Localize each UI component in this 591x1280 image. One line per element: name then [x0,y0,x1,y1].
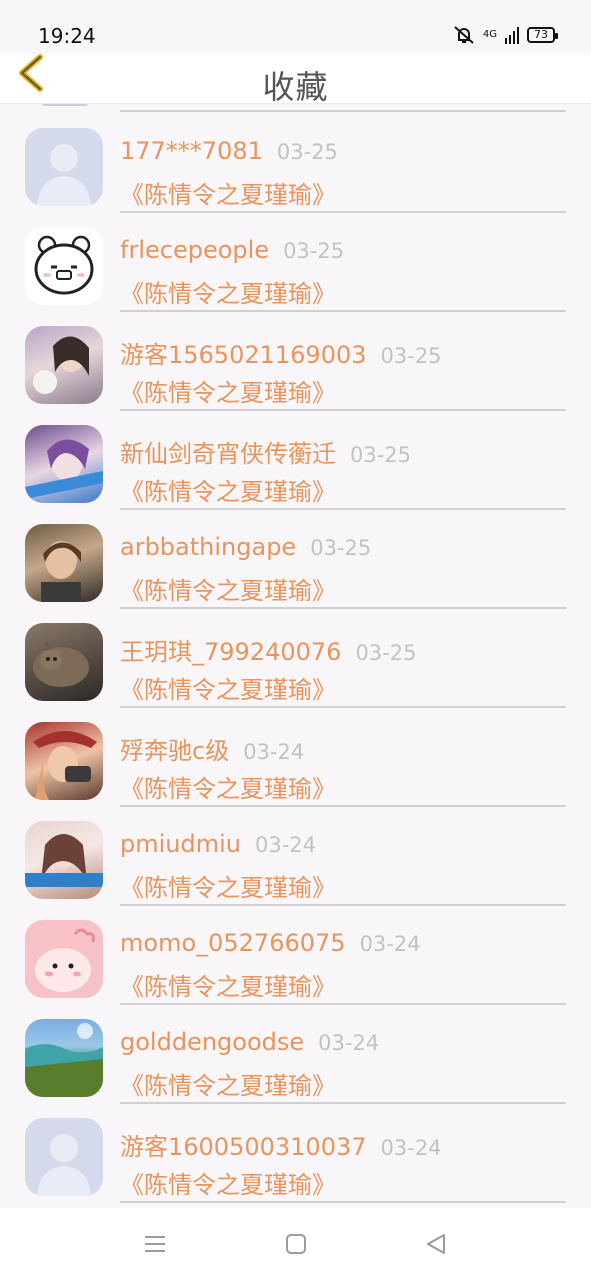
date: 03-24 [243,740,305,764]
favorites-list[interactable]: 177***7081 03-25 《陈情令之夏瑾瑜》 frlecepeople 03… [0,104,591,1208]
date: 03-24 [254,833,317,857]
user-name[interactable]: 177***7081 [120,137,263,165]
system-nav-bar [0,1208,591,1280]
user-name[interactable]: frlecepeople [120,236,269,264]
date: 03-25 [380,344,442,368]
back-triangle-icon[interactable] [424,1232,448,1256]
date: 03-24 [318,1031,380,1055]
network-type: 4G [482,29,497,40]
book-title[interactable]: 《陈情令之夏瑾瑜》 [120,1165,336,1200]
battery-icon: 73 [527,27,558,43]
user-name[interactable]: 游客1600500310037 [120,1133,367,1161]
landscape-avatar-icon[interactable] [25,1019,103,1097]
date: 03-24 [359,932,421,956]
photo-avatar-icon[interactable] [25,425,103,503]
battery-level: 73 [534,28,548,41]
list-item[interactable]: 游客1600500310037 03-24 《陈情令之夏瑾瑜》 [0,1095,591,1203]
list-item[interactable]: 王玥琪_799240076 03-25 《陈情令之夏瑾瑜》 [0,600,591,708]
list-item[interactable]: arbbathingape 03-25 《陈情令之夏瑾瑜》 [0,501,591,609]
user-name[interactable]: 游客1565021169003 [120,341,367,369]
page-title: 收藏 [262,68,329,106]
pink-cartoon-avatar-icon[interactable] [25,920,103,998]
user-name[interactable]: 新仙剑奇宵侠传蘅迁 [120,440,336,468]
default-avatar-icon[interactable] [25,1118,103,1196]
user-name[interactable]: pmiudmiu [120,830,241,858]
date: 03-25 [276,140,338,164]
status-bar: 19:24 4G 73 [0,0,591,54]
date: 03-25 [283,239,345,263]
bear-avatar-icon[interactable] [25,227,103,305]
list-item[interactable]: 游客1565021169003 03-25 《陈情令之夏瑾瑜》 [0,303,591,411]
user-name[interactable]: arbbathingape [120,533,296,561]
photo-avatar-icon[interactable] [25,722,103,800]
row-divider [120,1201,566,1203]
list-item[interactable]: 殍奔驰c级 03-24 《陈情令之夏瑾瑜》 [0,699,591,807]
user-name[interactable]: 殍奔驰c级 [120,737,229,765]
user-name[interactable]: momo_052766075 [120,929,346,957]
date: 03-25 [350,443,412,467]
date: 03-24 [380,1136,442,1160]
list-item[interactable]: pmiudmiu 03-24 《陈情令之夏瑾瑜》 [0,798,591,906]
date: 03-25 [310,536,372,560]
photo-avatar-icon[interactable] [25,821,103,899]
cat-avatar-icon[interactable] [25,623,103,701]
header: 收藏 [0,54,591,106]
list-item[interactable]: 新仙剑奇宵侠传蘅迁 03-25 《陈情令之夏瑾瑜》 [0,402,591,510]
menu-icon[interactable] [143,1232,167,1256]
status-time: 19:24 [38,24,96,48]
date: 03-25 [355,641,417,665]
status-icons: 4G 73 [453,24,558,46]
default-avatar-icon[interactable] [25,128,103,206]
list-item[interactable]: momo_052766075 03-24 《陈情令之夏瑾瑜》 [0,897,591,1005]
photo-avatar-icon[interactable] [25,326,103,404]
list-item[interactable]: golddengoodse 03-24 《陈情令之夏瑾瑜》 [0,996,591,1104]
list-item[interactable]: frlecepeople 03-25 《陈情令之夏瑾瑜》 [0,204,591,312]
user-name[interactable]: 王玥琪_799240076 [120,638,341,666]
home-icon[interactable] [284,1232,308,1256]
user-name[interactable]: golddengoodse [120,1028,304,1056]
mute-bell-icon [454,26,474,44]
signal-icon [505,27,519,44]
list-item[interactable]: 177***7081 03-25 《陈情令之夏瑾瑜》 [0,105,591,213]
photo-avatar-icon[interactable] [25,524,103,602]
